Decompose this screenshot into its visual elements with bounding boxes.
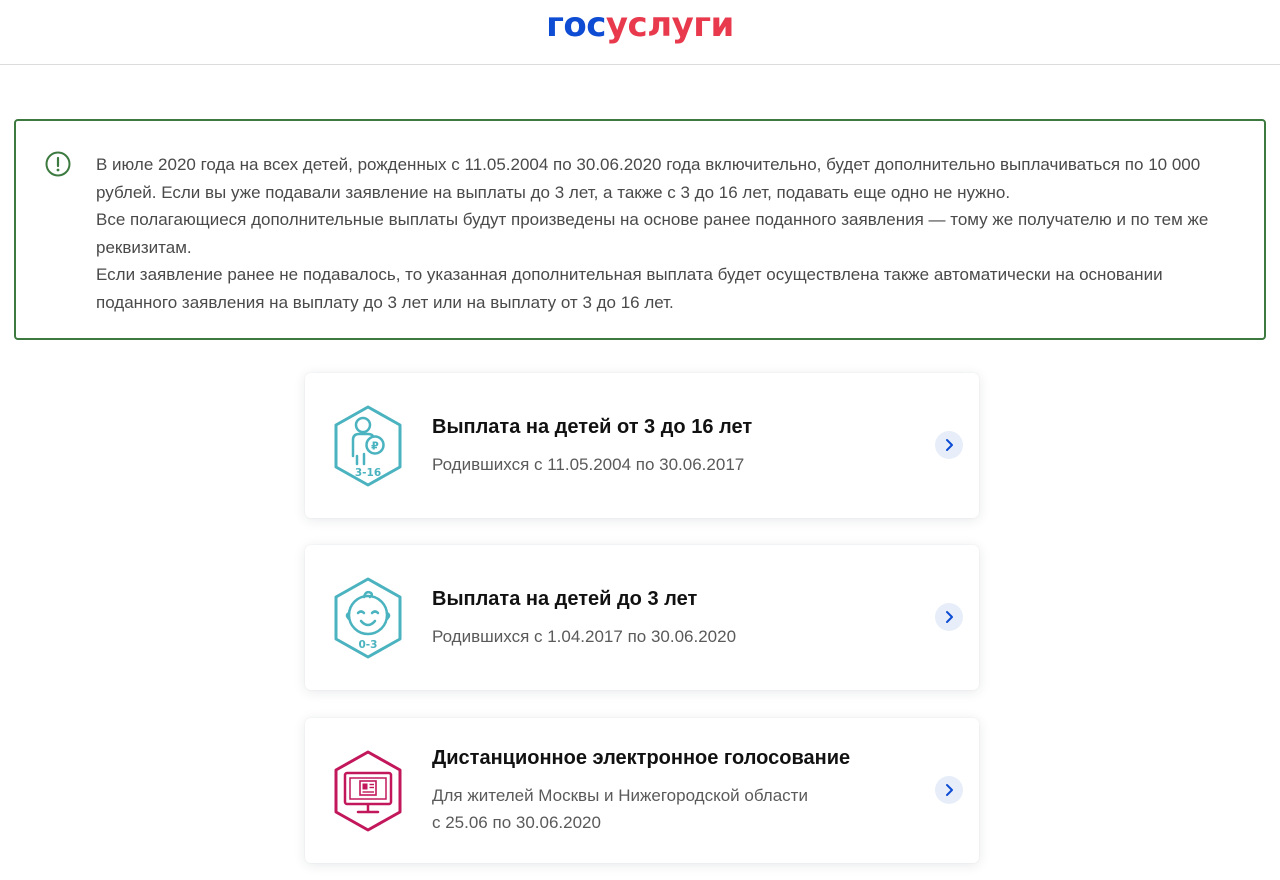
notice-paragraph: Все полагающиеся дополнительные выплаты …: [96, 210, 1209, 257]
card-title: Выплата на детей от 3 до 16 лет: [432, 416, 753, 438]
logo-part-uslugi: услуги: [605, 5, 734, 45]
ruble-sign: ₽: [371, 440, 379, 453]
service-card-payment-0-3[interactable]: 0-3 Выплата на детей до 3 лет Родившихся…: [305, 545, 979, 690]
info-notice: В июле 2020 года на всех детей, рожденны…: [14, 119, 1266, 340]
logo-part-gos: гос: [546, 5, 606, 45]
open-card-button[interactable]: [935, 431, 963, 459]
card-subtitle: Для жителей Москвы и Нижегородской облас…: [432, 782, 808, 836]
service-card-payment-3-16[interactable]: ₽ 3-16 Выплата на детей от 3 до 16 лет Р…: [305, 373, 979, 518]
age-range-label: 0-3: [359, 639, 378, 651]
age-range-label: 3-16: [355, 467, 381, 479]
notice-text: В июле 2020 года на всех детей, рожденны…: [96, 151, 1246, 316]
child-ruble-icon: ₽ 3-16: [334, 405, 402, 487]
site-header: госуслуги: [0, 0, 1280, 65]
card-subtitle: Родившихся с 11.05.2004 по 30.06.2017: [432, 455, 745, 474]
open-card-button[interactable]: [935, 776, 963, 804]
card-subtitle: Родившихся с 1.04.2017 по 30.06.2020: [432, 627, 737, 646]
service-card-e-voting[interactable]: Дистанционное электронное голосование Дл…: [305, 718, 979, 863]
exclamation-circle-icon: [45, 151, 71, 177]
chevron-right-icon: [946, 439, 953, 451]
chevron-right-icon: [946, 784, 953, 796]
notice-paragraph: В июле 2020 года на всех детей, рожденны…: [96, 155, 1201, 202]
card-subtitle-line: Для жителей Москвы и Нижегородской облас…: [432, 786, 808, 805]
card-subtitle-line: с 25.06 по 30.06.2020: [432, 813, 601, 832]
open-card-button[interactable]: [935, 603, 963, 631]
gosuslugi-logo[interactable]: госуслуги: [0, 3, 1280, 47]
baby-face-icon: 0-3: [334, 577, 402, 659]
chevron-right-icon: [946, 611, 953, 623]
monitor-ballot-icon: [334, 750, 402, 832]
notice-paragraph: Если заявление ранее не подавалось, то у…: [96, 265, 1163, 312]
card-title: Дистанционное электронное голосование: [432, 747, 851, 769]
card-title: Выплата на детей до 3 лет: [432, 588, 698, 610]
